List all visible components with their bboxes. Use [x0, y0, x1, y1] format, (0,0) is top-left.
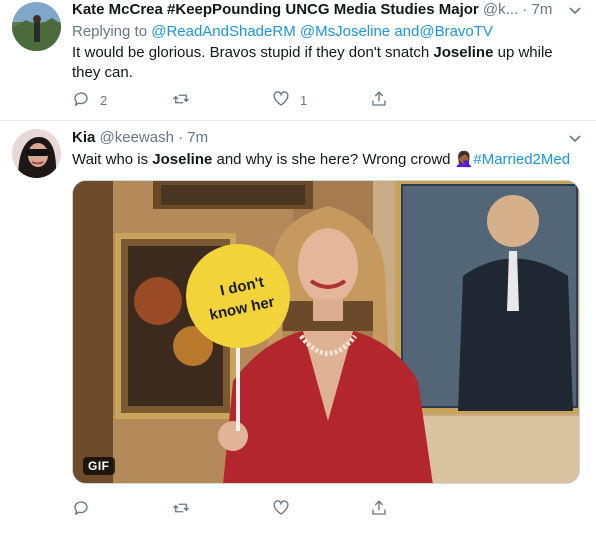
- tweet-actions: [72, 498, 392, 520]
- display-name[interactable]: Kia: [72, 129, 95, 146]
- facepalm-emoji: 🤦🏾‍♀️: [454, 151, 474, 168]
- tweet-text: Wait who is Joseline and why is she here…: [72, 150, 577, 170]
- bold-text: Joseline: [152, 151, 213, 168]
- mention-link[interactable]: @ReadAndShadeRM: [151, 23, 295, 40]
- retweet-icon: [172, 90, 190, 111]
- text-segment: Wait who is: [72, 151, 153, 168]
- gif-media[interactable]: I don't know her GIF: [72, 180, 580, 484]
- reply-count: 2: [100, 92, 108, 108]
- separator: ·: [178, 129, 184, 146]
- tweet[interactable]: Kate McCrea #KeepPounding UNCG Media Stu…: [0, 0, 596, 121]
- retweet-button[interactable]: [172, 498, 190, 520]
- like-count: 1: [300, 92, 308, 108]
- caret-down-icon[interactable]: [568, 3, 582, 17]
- text-segment: It would be glorious. Bravos stupid if t…: [72, 44, 434, 61]
- tweet-header: Kate McCrea #KeepPounding UNCG Media Stu…: [72, 0, 556, 20]
- share-icon: [370, 90, 388, 111]
- mention-conjunction: and: [394, 23, 420, 40]
- retweet-icon: [172, 499, 190, 520]
- avatar[interactable]: [12, 129, 61, 178]
- timestamp[interactable]: 7m: [532, 1, 553, 18]
- share-button[interactable]: [370, 89, 388, 111]
- tweet-header: Kia @keewash · 7m: [72, 128, 556, 148]
- separator: ·: [522, 1, 528, 18]
- caret-down-icon[interactable]: [568, 131, 582, 145]
- replying-to: Replying to @ReadAndShadeRM @MsJoseline …: [72, 22, 493, 42]
- mention-link[interactable]: @BravoTV: [419, 23, 493, 40]
- tweet-actions: 2 1: [72, 89, 392, 111]
- gif-badge[interactable]: GIF: [83, 457, 115, 475]
- handle[interactable]: @k...: [483, 1, 518, 18]
- retweet-button[interactable]: [172, 89, 200, 111]
- reply-button[interactable]: 2: [72, 89, 107, 111]
- hashtag-link[interactable]: #Married2Med: [473, 151, 570, 168]
- reply-icon: [72, 499, 90, 520]
- like-icon: [272, 90, 290, 111]
- handle[interactable]: @keewash: [100, 129, 174, 146]
- gif-image: I don't know her: [73, 181, 579, 483]
- share-icon: [370, 499, 388, 520]
- bold-text: Joseline: [433, 44, 494, 61]
- tweet-text: It would be glorious. Bravos stupid if t…: [72, 43, 577, 83]
- tweet[interactable]: Kia @keewash · 7m Wait who is Joseline a…: [0, 121, 596, 537]
- replying-label: Replying to: [72, 23, 148, 40]
- reply-button[interactable]: [72, 498, 90, 520]
- avatar[interactable]: [12, 2, 61, 51]
- like-button[interactable]: [272, 498, 290, 520]
- text-segment: and why is she here? Wrong crowd: [212, 151, 455, 168]
- like-button[interactable]: 1: [272, 89, 307, 111]
- timestamp[interactable]: 7m: [187, 129, 208, 146]
- display-name[interactable]: Kate McCrea #KeepPounding UNCG Media Stu…: [72, 1, 479, 18]
- mention-link[interactable]: @MsJoseline: [300, 23, 390, 40]
- like-icon: [272, 499, 290, 520]
- share-button[interactable]: [370, 498, 388, 520]
- reply-icon: [72, 90, 90, 111]
